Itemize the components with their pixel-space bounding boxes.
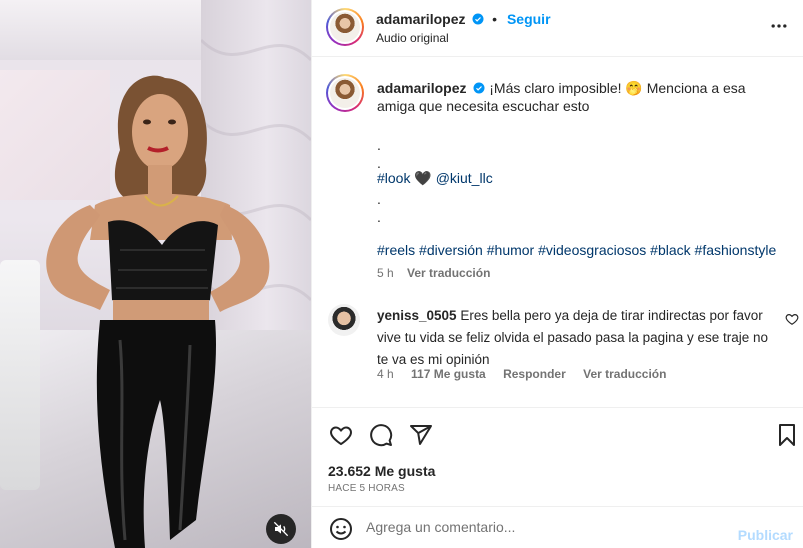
comment: yeniss_0505 Eres bella pero ya deja de t… <box>377 305 777 371</box>
actions-divider <box>312 407 803 408</box>
emoji-button[interactable] <box>328 516 354 542</box>
header-title-row: adamarilopez • Seguir <box>376 11 551 27</box>
audio-link[interactable]: Audio original <box>376 31 449 45</box>
caption-tags-line: #look 🖤 @kiut_llc <box>377 169 493 187</box>
caption-username[interactable]: adamarilopez <box>377 80 466 96</box>
verified-badge-icon <box>473 82 485 94</box>
comment-button[interactable] <box>368 422 394 448</box>
woman-in-black-outfit <box>46 75 270 548</box>
comment-username[interactable]: yeniss_0505 <box>377 308 457 323</box>
comment-like-heart-icon[interactable] <box>785 312 799 326</box>
caption-dot-3: . <box>377 191 381 207</box>
post-date[interactable]: HACE 5 HORAS <box>328 483 405 494</box>
hashtag[interactable]: #black <box>650 242 690 258</box>
mute-toggle-button[interactable] <box>266 514 296 544</box>
comment-icon <box>370 424 393 447</box>
commenter-avatar[interactable] <box>328 304 360 336</box>
caption-meta: 5 h Ver traducción <box>377 266 490 280</box>
verified-badge-icon <box>472 13 484 25</box>
more-options-icon[interactable] <box>769 16 789 36</box>
hashtag[interactable]: #videosgraciosos <box>538 242 646 258</box>
hashtag[interactable]: #reels <box>377 242 415 258</box>
comment-likes-count[interactable]: 117 Me gusta <box>411 367 486 381</box>
comment-meta: 4 h 117 Me gusta Responder Ver traducció… <box>377 367 666 381</box>
heart-icon <box>330 426 352 446</box>
comment-timestamp[interactable]: 4 h <box>377 367 394 381</box>
hashtag[interactable]: #diversión <box>419 242 483 258</box>
caption-translate-link[interactable]: Ver traducción <box>407 266 490 280</box>
emoji-icon <box>330 518 352 540</box>
save-button[interactable] <box>774 422 800 448</box>
mention-kiut[interactable]: @kiut_llc <box>436 170 493 186</box>
like-button[interactable] <box>328 422 354 448</box>
publish-button[interactable]: Publicar <box>738 527 793 543</box>
post-details-panel: adamarilopez • Seguir Audio original ada… <box>312 0 803 548</box>
caption-dot-4: . <box>377 209 381 225</box>
bookmark-icon <box>779 424 795 446</box>
reel-video[interactable] <box>0 0 311 548</box>
likes-count[interactable]: 23.652 Me gusta <box>328 463 435 479</box>
hashtag[interactable]: #fashionstyle <box>695 242 777 258</box>
caption: adamarilopez ¡Más claro imposible! 🤭 Men… <box>377 79 787 115</box>
follow-button[interactable]: Seguir <box>507 11 551 27</box>
hashtag-look[interactable]: #look <box>377 170 410 186</box>
post-header: adamarilopez • Seguir Audio original <box>312 0 803 57</box>
black-heart-emoji: 🖤 <box>414 170 432 186</box>
hashtag[interactable]: #humor <box>487 242 534 258</box>
comment-composer: Publicar <box>312 506 803 548</box>
caption-dot-1: . <box>377 137 381 153</box>
caption-author-avatar[interactable] <box>326 74 364 112</box>
hashtag-list: #reels #diversión #humor #videosgracioso… <box>377 241 776 259</box>
share-icon <box>410 425 432 445</box>
share-button[interactable] <box>408 422 434 448</box>
author-avatar[interactable] <box>326 8 364 46</box>
author-username[interactable]: adamarilopez <box>376 11 465 27</box>
muted-speaker-icon <box>273 521 289 537</box>
comment-translate-link[interactable]: Ver traducción <box>583 367 666 381</box>
reply-button[interactable]: Responder <box>503 367 566 381</box>
comment-input[interactable] <box>366 519 726 535</box>
caption-timestamp[interactable]: 5 h <box>377 266 394 280</box>
